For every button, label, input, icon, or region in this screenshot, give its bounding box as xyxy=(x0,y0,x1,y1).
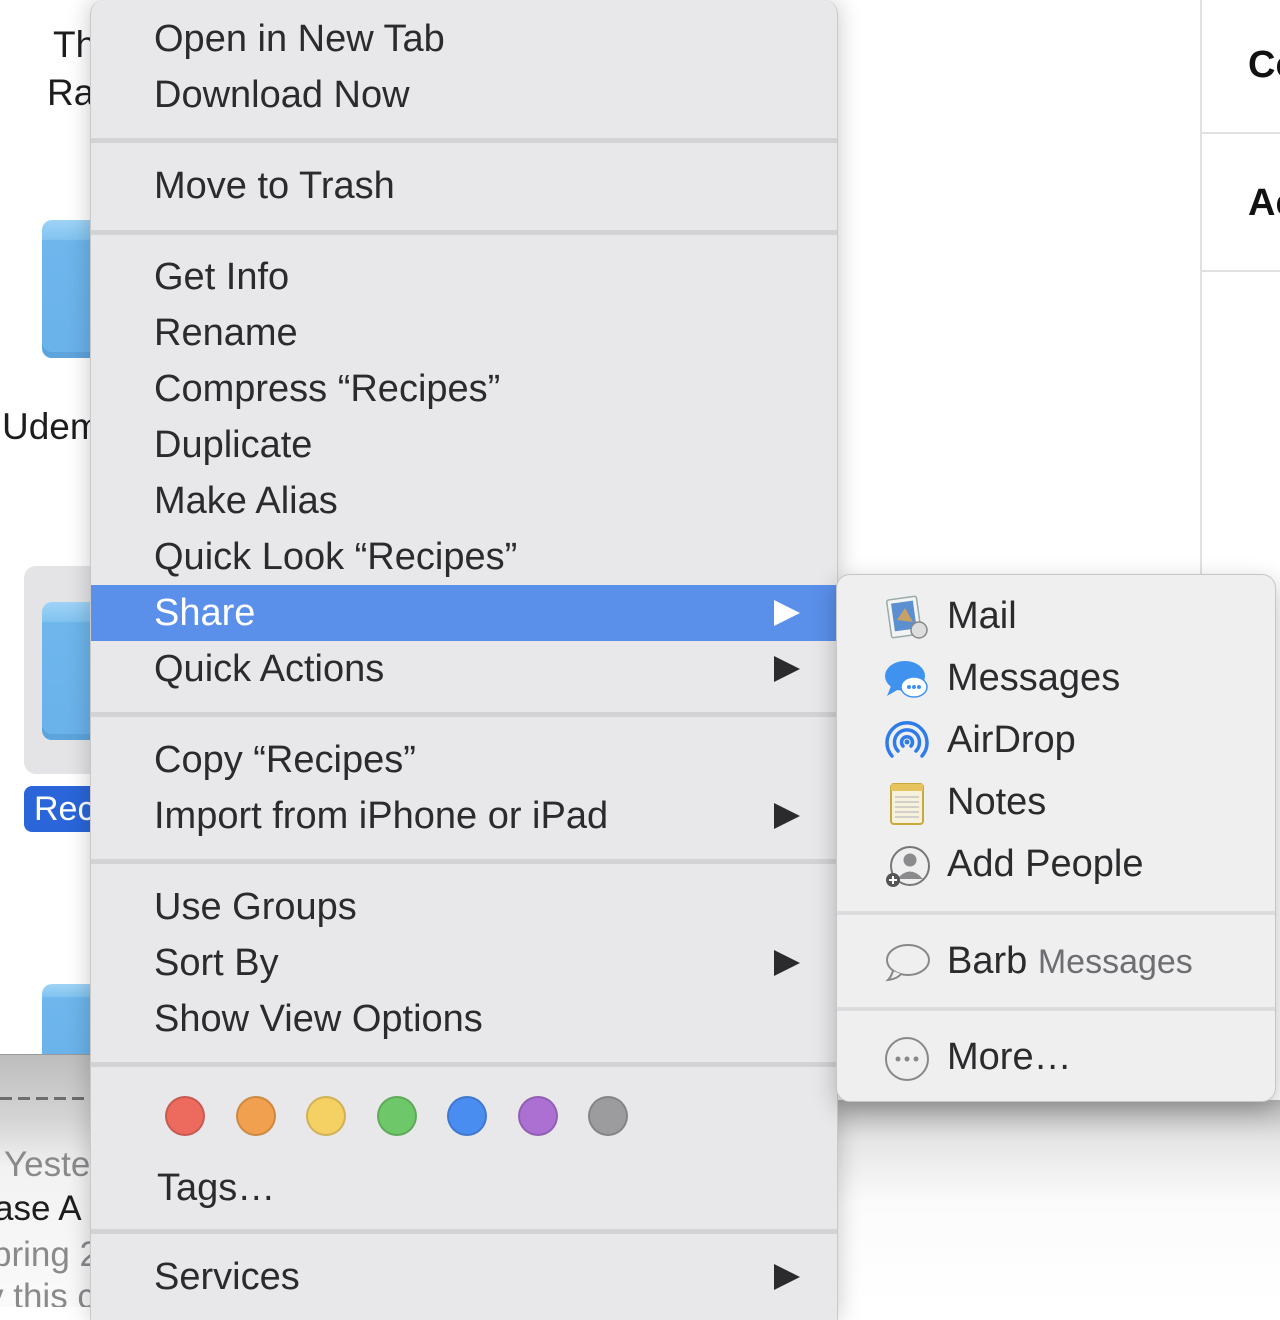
menu-item-import-from-iphone[interactable]: Import from iPhone or iPad xyxy=(91,788,837,844)
divider xyxy=(1202,132,1280,134)
menu-separator xyxy=(91,138,837,143)
menu-separator xyxy=(91,230,837,235)
share-item-more[interactable]: More… xyxy=(837,1026,1275,1088)
context-menu: Open in New Tab Download Now Move to Tra… xyxy=(90,0,838,1320)
share-item-label: Mail xyxy=(947,595,1017,637)
list-text: pring 2 xyxy=(0,1235,100,1274)
menu-item-label: Quick Look “Recipes” xyxy=(154,536,518,578)
tag-gray[interactable] xyxy=(588,1096,628,1136)
menu-item-label: Open in New Tab xyxy=(154,18,445,60)
tag-blue[interactable] xyxy=(447,1096,487,1136)
menu-item-use-groups[interactable]: Use Groups xyxy=(91,879,837,935)
share-item-label: Notes xyxy=(947,781,1047,823)
menu-item-rename[interactable]: Rename xyxy=(91,305,837,361)
add-people-icon xyxy=(886,846,930,887)
messages-icon xyxy=(885,661,928,698)
share-item-label: AirDrop xyxy=(947,719,1076,761)
notes-icon xyxy=(890,783,924,825)
menu-item-move-to-trash[interactable]: Move to Trash xyxy=(91,158,837,214)
panel-row-label: Ac xyxy=(1248,182,1280,224)
menu-separator xyxy=(91,1229,837,1234)
menu-item-share[interactable]: Share xyxy=(91,585,837,641)
share-item-label: Messages xyxy=(947,657,1121,699)
submenu-arrow-icon xyxy=(774,600,800,626)
speech-bubble-icon xyxy=(885,944,930,982)
menu-item-sort-by[interactable]: Sort By xyxy=(91,935,837,991)
menu-item-download-now[interactable]: Download Now xyxy=(91,67,837,123)
mail-icon xyxy=(886,595,928,639)
menu-item-label: Import from iPhone or iPad xyxy=(154,795,609,837)
menu-item-label: Sort By xyxy=(154,942,279,984)
share-submenu: Mail Messages AirDrop Notes Add People B… xyxy=(836,574,1276,1102)
menu-item-label: Quick Actions xyxy=(154,648,385,690)
menu-item-label: Share xyxy=(154,592,256,634)
tag-red[interactable] xyxy=(165,1096,205,1136)
menu-item-show-view-options[interactable]: Show View Options xyxy=(91,991,837,1047)
submenu-arrow-icon xyxy=(774,1264,800,1290)
menu-item-services[interactable]: Services xyxy=(91,1249,837,1305)
menu-item-make-alias[interactable]: Make Alias xyxy=(91,473,837,529)
menu-item-label: Make Alias xyxy=(154,480,338,522)
submenu-arrow-icon xyxy=(774,950,800,976)
submenu-arrow-icon xyxy=(774,803,800,829)
recent-contact-name: Barb xyxy=(947,940,1028,982)
list-text: Yeste xyxy=(4,1145,91,1184)
share-item-airdrop[interactable]: AirDrop xyxy=(837,709,1275,771)
menu-item-open-in-new-tab[interactable]: Open in New Tab xyxy=(91,11,837,67)
menu-separator xyxy=(91,859,837,864)
menu-item-label: Tags… xyxy=(157,1167,276,1209)
tag-green[interactable] xyxy=(377,1096,417,1136)
menu-item-get-info[interactable]: Get Info xyxy=(91,249,837,305)
menu-separator xyxy=(91,1062,837,1067)
menu-item-label: Services xyxy=(154,1256,300,1298)
more-icon xyxy=(885,1037,929,1081)
menu-item-label: Use Groups xyxy=(154,886,357,928)
share-item-label: More… xyxy=(947,1036,1072,1078)
share-item-add-people[interactable]: Add People xyxy=(837,833,1275,895)
file-name-label: Udem xyxy=(2,406,101,447)
share-item-notes[interactable]: Notes xyxy=(837,771,1275,833)
menu-item-quick-look[interactable]: Quick Look “Recipes” xyxy=(91,529,837,585)
menu-item-label: Move to Trash xyxy=(154,165,395,207)
tag-yellow[interactable] xyxy=(306,1096,346,1136)
tag-purple[interactable] xyxy=(518,1096,558,1136)
tag-orange[interactable] xyxy=(236,1096,276,1136)
share-item-recent-barb[interactable]: Barb Messages xyxy=(837,930,1275,992)
menu-separator xyxy=(837,911,1275,915)
background-window xyxy=(838,1100,1280,1306)
menu-item-label: Show View Options xyxy=(154,998,483,1040)
menu-separator xyxy=(91,712,837,717)
menu-item-label: Download Now xyxy=(154,74,410,116)
file-name-label: Ra xyxy=(47,72,95,113)
menu-separator xyxy=(837,1007,1275,1011)
menu-item-label: Get Info xyxy=(154,256,290,298)
share-item-mail[interactable]: Mail xyxy=(837,585,1275,647)
menu-item-quick-actions[interactable]: Quick Actions xyxy=(91,641,837,697)
airdrop-icon xyxy=(885,721,929,758)
menu-item-tags[interactable]: Tags… xyxy=(91,1160,837,1216)
menu-item-label: Compress “Recipes” xyxy=(154,368,501,410)
menu-item-label: Copy “Recipes” xyxy=(154,739,416,781)
menu-item-copy[interactable]: Copy “Recipes” xyxy=(91,732,837,788)
menu-item-duplicate[interactable]: Duplicate xyxy=(91,417,837,473)
divider xyxy=(1202,270,1280,272)
list-text: y this c xyxy=(0,1277,95,1307)
menu-item-label: Duplicate xyxy=(154,424,313,466)
share-item-messages[interactable]: Messages xyxy=(837,647,1275,709)
share-item-label: Add People xyxy=(947,843,1144,885)
window-divider xyxy=(0,1097,100,1100)
submenu-arrow-icon xyxy=(774,656,800,682)
menu-item-label: Rename xyxy=(154,312,298,354)
recent-contact-service: Messages xyxy=(1037,943,1193,981)
panel-row-label: Co xyxy=(1248,44,1280,86)
background-window: Yeste ase A pring 2 y this c xyxy=(0,1054,100,1307)
menu-item-compress[interactable]: Compress “Recipes” xyxy=(91,361,837,417)
list-text: ase A xyxy=(0,1189,82,1228)
